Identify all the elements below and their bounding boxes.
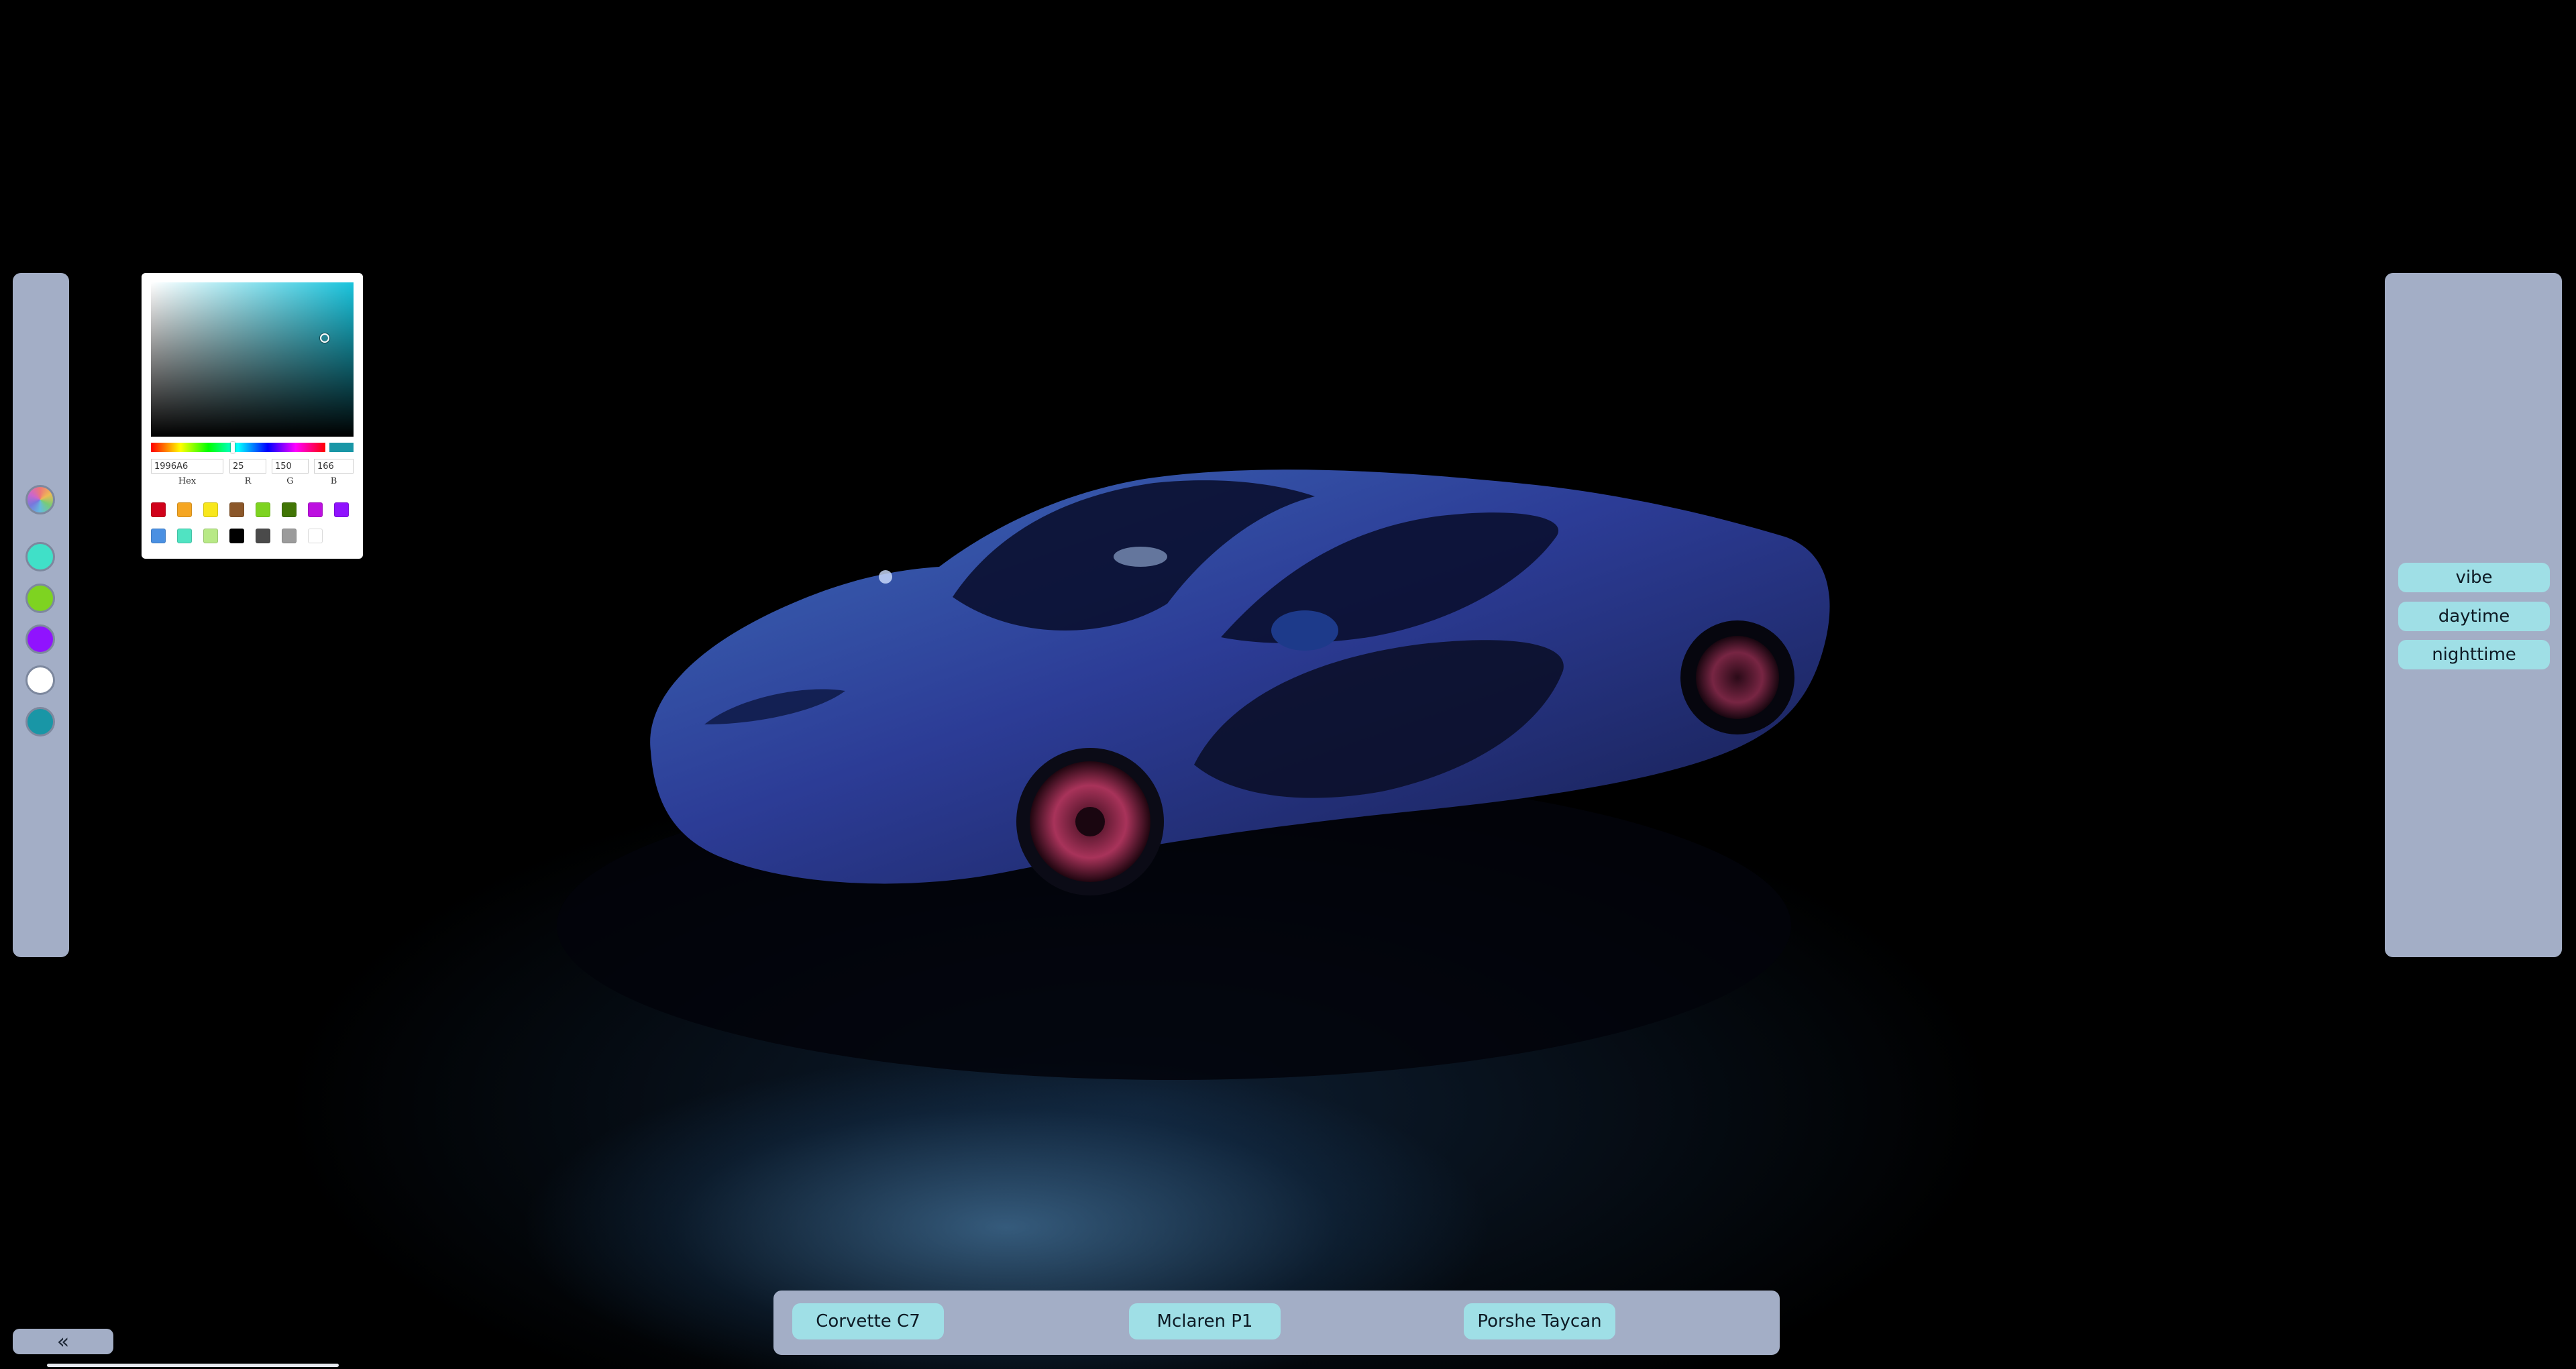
preset-swatch[interactable] [334, 502, 349, 517]
saturation-cursor[interactable] [320, 333, 329, 343]
r-input[interactable] [229, 459, 266, 474]
preset-swatch[interactable] [151, 502, 166, 517]
preset-swatch[interactable] [177, 502, 192, 517]
swatch-turquoise[interactable] [25, 542, 55, 571]
swatch-white[interactable] [25, 665, 55, 695]
preset-swatch[interactable] [282, 529, 297, 543]
swatch-teal[interactable] [25, 707, 55, 736]
preset-swatch[interactable] [256, 529, 270, 543]
car-button-mclaren-p1[interactable]: Mclaren P1 [1129, 1303, 1281, 1339]
daytime-button[interactable]: daytime [2398, 602, 2550, 631]
preset-swatch[interactable] [308, 529, 323, 543]
preset-swatch[interactable] [282, 502, 297, 517]
preset-swatch[interactable] [203, 529, 218, 543]
lighting-panel: vibe daytime nighttime [2385, 273, 2562, 957]
preset-swatch[interactable] [308, 502, 323, 517]
car-render [557, 470, 1830, 1080]
b-input[interactable] [314, 459, 354, 474]
hex-input[interactable] [151, 459, 223, 474]
current-color-preview [329, 443, 354, 452]
car-selector-bar: Corvette C7 Mclaren P1 Porshe Taycan [773, 1291, 1780, 1355]
preset-swatch[interactable] [151, 529, 166, 543]
saturation-area[interactable] [151, 282, 354, 437]
g-label: G [286, 476, 294, 486]
car-button-porshe-taycan[interactable]: Porshe Taycan [1464, 1303, 1615, 1339]
car-button-corvette-c7[interactable]: Corvette C7 [792, 1303, 944, 1339]
hue-slider[interactable] [151, 443, 325, 452]
vibe-button[interactable]: vibe [2398, 563, 2550, 592]
color-swatch-panel [13, 273, 69, 957]
preset-swatch[interactable] [229, 529, 244, 543]
double-chevron-left-icon: « [56, 1329, 70, 1354]
color-picker: Hex R G B [142, 273, 363, 559]
swatch-purple[interactable] [25, 624, 55, 654]
g-input[interactable] [272, 459, 309, 474]
preset-swatch[interactable] [203, 502, 218, 517]
preset-swatch[interactable] [177, 529, 192, 543]
r-label: R [244, 476, 252, 486]
collapse-button[interactable]: « [13, 1329, 113, 1354]
color-wheel-icon[interactable] [25, 485, 55, 514]
preset-swatch[interactable] [229, 502, 244, 517]
b-label: B [330, 476, 337, 486]
hex-label: Hex [178, 476, 197, 486]
nighttime-button[interactable]: nighttime [2398, 640, 2550, 669]
scroll-indicator [47, 1364, 339, 1367]
hue-slider-handle[interactable] [231, 442, 235, 453]
swatch-green[interactable] [25, 584, 55, 613]
preset-swatch[interactable] [256, 502, 270, 517]
3d-viewport[interactable] [0, 0, 2576, 1369]
